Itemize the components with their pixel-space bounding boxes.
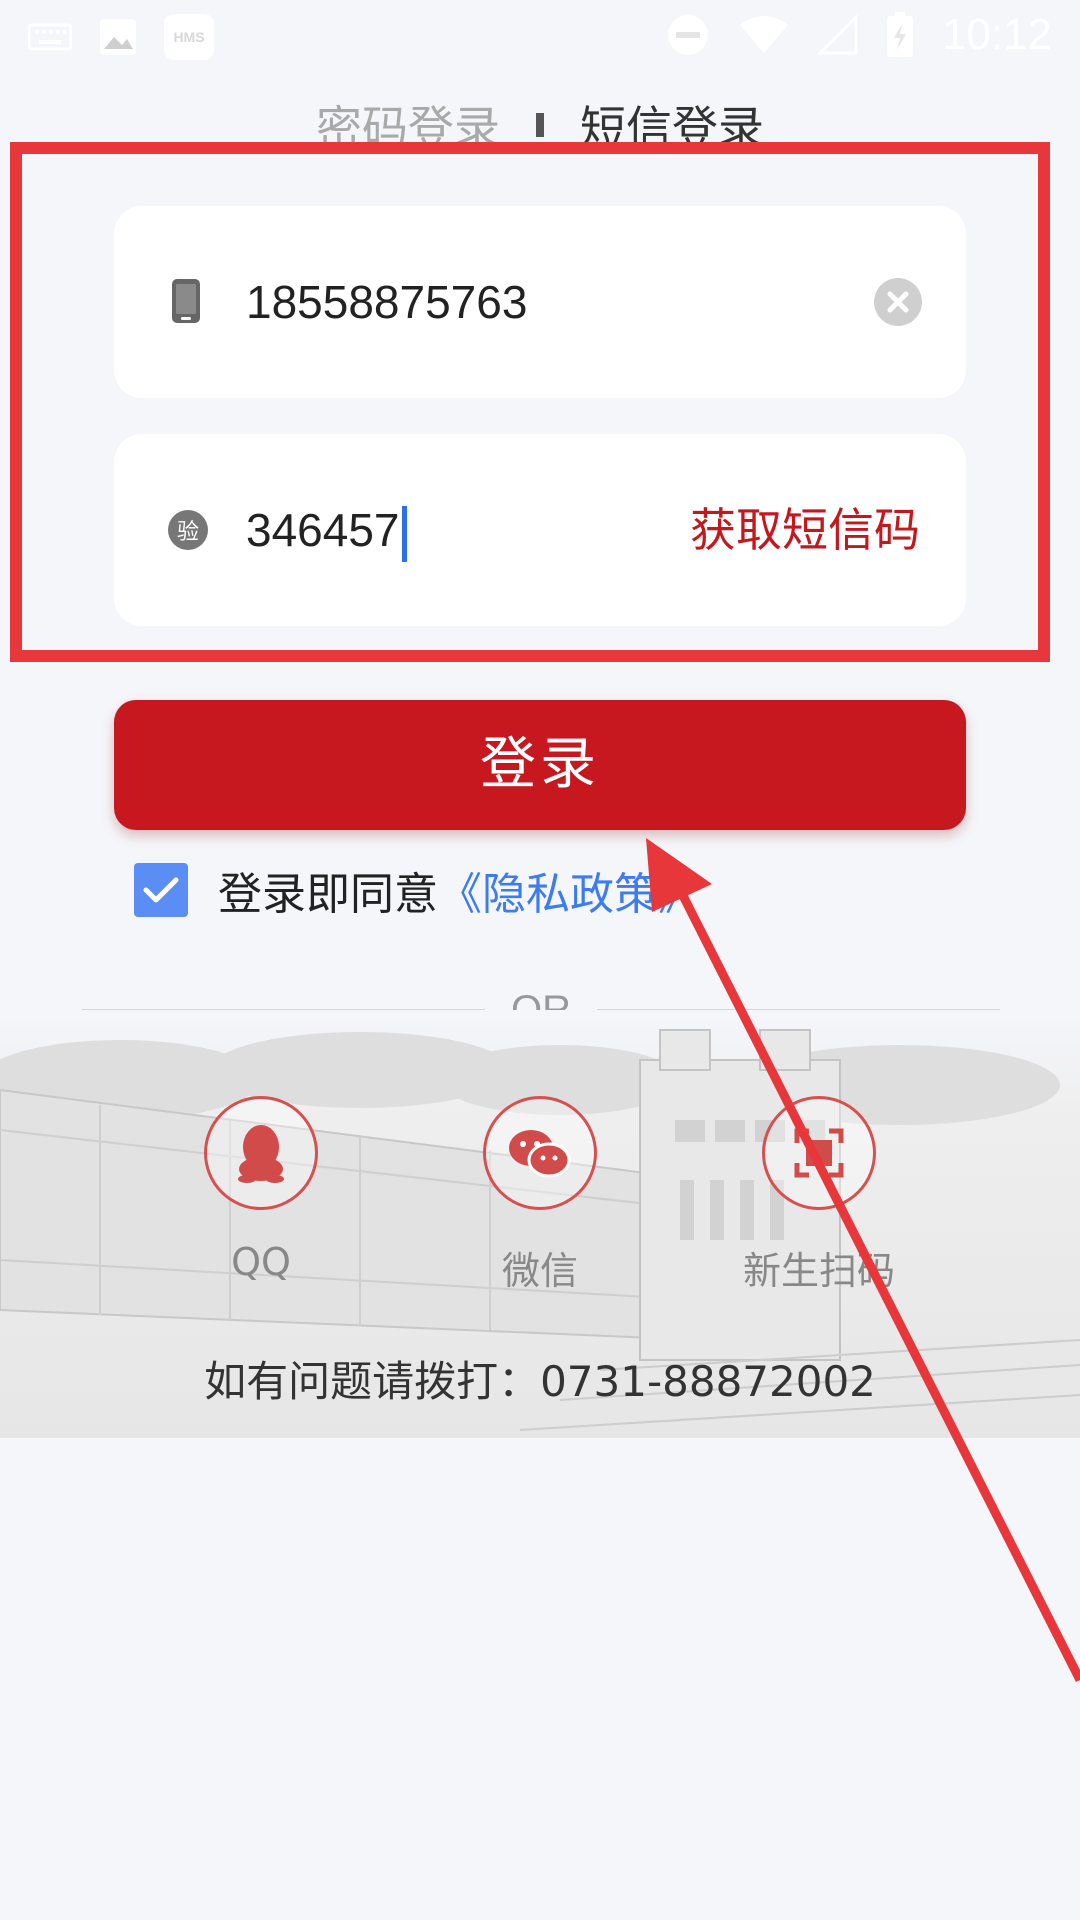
qq-button[interactable] [204,1096,318,1210]
dnd-icon [667,15,708,55]
scan-icon [794,1128,844,1178]
wechat-icon [509,1130,571,1178]
hms-icon: HMS [164,14,214,60]
social-wechat-label: 微信 [501,1249,578,1293]
social-wechat[interactable]: 微信 [460,1096,620,1295]
tab-divider [536,113,544,137]
keyboard-icon [28,23,72,51]
privacy-policy-link[interactable]: 《隐私政策》 [438,858,702,922]
status-time: 10:12 [941,10,1052,59]
qq-icon [238,1125,284,1183]
wechat-button[interactable] [483,1096,597,1210]
social-scan[interactable]: 新生扫码 [739,1096,899,1295]
wifi-icon [739,16,788,53]
hms-text: HMS [173,29,205,45]
social-qq[interactable]: QQ [181,1096,341,1284]
no-signal-icon [817,15,858,55]
social-qq-label: QQ [231,1240,291,1284]
social-scan-label: 新生扫码 [742,1249,895,1293]
agreement-text: 登录即同意 [218,869,438,920]
battery-icon [886,12,913,57]
hotline-text: 如有问题请拨打：0731-88872002 [204,1357,876,1406]
scan-button[interactable] [762,1096,876,1210]
login-button[interactable]: 登录 [114,700,966,830]
agree-checkbox[interactable] [134,863,188,917]
annotation-highlight-box [10,142,1050,662]
agreement-row: 登录即同意 《隐私政策》 [134,860,702,920]
status-bar: HMS 10:12 [0,0,1080,72]
image-icon [100,19,136,55]
check-icon [143,877,179,903]
